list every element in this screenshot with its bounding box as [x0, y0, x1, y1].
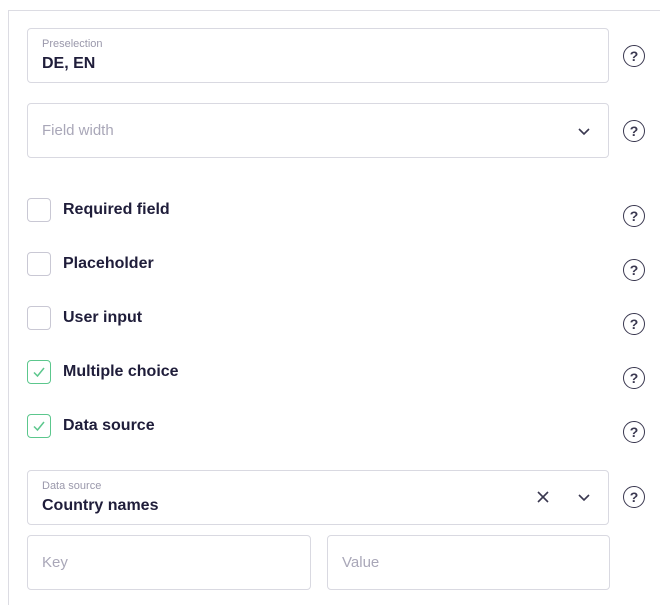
- checkmark-icon: [33, 421, 45, 432]
- help-icon[interactable]: ?: [623, 45, 645, 67]
- help-icon[interactable]: ?: [623, 259, 645, 281]
- placeholder-checkbox[interactable]: [27, 252, 51, 276]
- data-source-select-value: Country names: [42, 497, 159, 514]
- preselection-label: Preselection: [42, 38, 103, 50]
- key-input[interactable]: Key: [27, 535, 311, 590]
- required-field-checkbox[interactable]: [27, 198, 51, 222]
- field-width-select[interactable]: Field width: [27, 103, 609, 158]
- placeholder-label: Placeholder: [63, 255, 154, 272]
- field-width-placeholder: Field width: [42, 122, 114, 139]
- field-settings-panel: Preselection DE, EN ? Field width ? Requ…: [8, 10, 660, 605]
- data-source-label: Data source: [63, 417, 155, 434]
- clear-icon[interactable]: [535, 489, 551, 505]
- help-icon[interactable]: ?: [623, 120, 645, 142]
- required-field-option[interactable]: Required field: [27, 198, 170, 222]
- multiple-choice-option[interactable]: Multiple choice: [27, 360, 179, 384]
- data-source-select[interactable]: Data source Country names: [27, 470, 609, 525]
- checkmark-icon: [33, 367, 45, 378]
- user-input-option[interactable]: User input: [27, 306, 142, 330]
- help-icon[interactable]: ?: [623, 205, 645, 227]
- multiple-choice-checkbox[interactable]: [27, 360, 51, 384]
- data-source-option[interactable]: Data source: [27, 414, 155, 438]
- chevron-down-icon[interactable]: [576, 123, 592, 139]
- help-icon[interactable]: ?: [623, 486, 645, 508]
- data-source-select-label: Data source: [42, 480, 102, 492]
- key-placeholder: Key: [42, 554, 68, 571]
- user-input-label: User input: [63, 309, 143, 326]
- help-icon[interactable]: ?: [623, 367, 645, 389]
- required-field-label: Required field: [63, 201, 170, 218]
- preselection-value: DE, EN: [42, 55, 96, 72]
- multiple-choice-label: Multiple choice: [63, 363, 179, 380]
- help-icon[interactable]: ?: [623, 313, 645, 335]
- user-input-checkbox[interactable]: [27, 306, 51, 330]
- chevron-down-icon[interactable]: [576, 489, 592, 505]
- preselection-field[interactable]: Preselection DE, EN: [27, 28, 609, 83]
- data-source-checkbox[interactable]: [27, 414, 51, 438]
- placeholder-option[interactable]: Placeholder: [27, 252, 154, 276]
- value-input[interactable]: Value: [327, 535, 610, 590]
- help-icon[interactable]: ?: [623, 421, 645, 443]
- value-placeholder: Value: [342, 554, 380, 571]
